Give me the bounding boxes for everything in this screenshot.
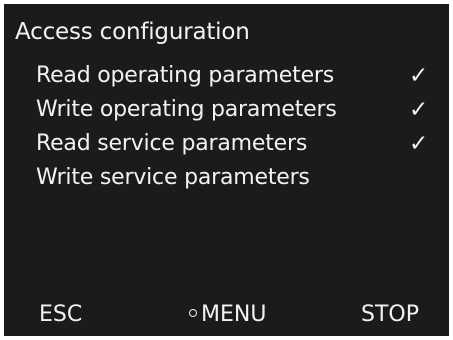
checkmark-icon: ✓: [409, 63, 429, 89]
checkmark-icon: ✓: [409, 131, 429, 157]
permission-write-operating[interactable]: Write operating parameters ✓: [36, 93, 441, 127]
device-screen: Access configuration Read operating para…: [4, 4, 449, 336]
menu-label: MENU: [201, 302, 267, 327]
circle-dot-icon: [189, 309, 197, 317]
permission-list: Read operating parameters ✓ Write operat…: [36, 59, 441, 195]
permission-read-operating[interactable]: Read operating parameters ✓: [36, 59, 441, 93]
permission-label: Write service parameters: [36, 165, 310, 190]
checkmark-icon: ✓: [409, 97, 429, 123]
stop-softkey[interactable]: STOP: [361, 300, 419, 330]
esc-label: ESC: [39, 302, 83, 327]
screen-title: Access configuration: [15, 19, 250, 45]
esc-softkey[interactable]: ESC: [39, 300, 82, 330]
permission-label: Write operating parameters: [36, 97, 337, 122]
menu-softkey[interactable]: MENU: [189, 300, 266, 330]
stop-label: STOP: [361, 302, 419, 327]
permission-write-service[interactable]: Write service parameters: [36, 161, 441, 195]
permission-label: Read operating parameters: [36, 63, 335, 88]
permission-label: Read service parameters: [36, 131, 308, 156]
permission-read-service[interactable]: Read service parameters ✓: [36, 127, 441, 161]
